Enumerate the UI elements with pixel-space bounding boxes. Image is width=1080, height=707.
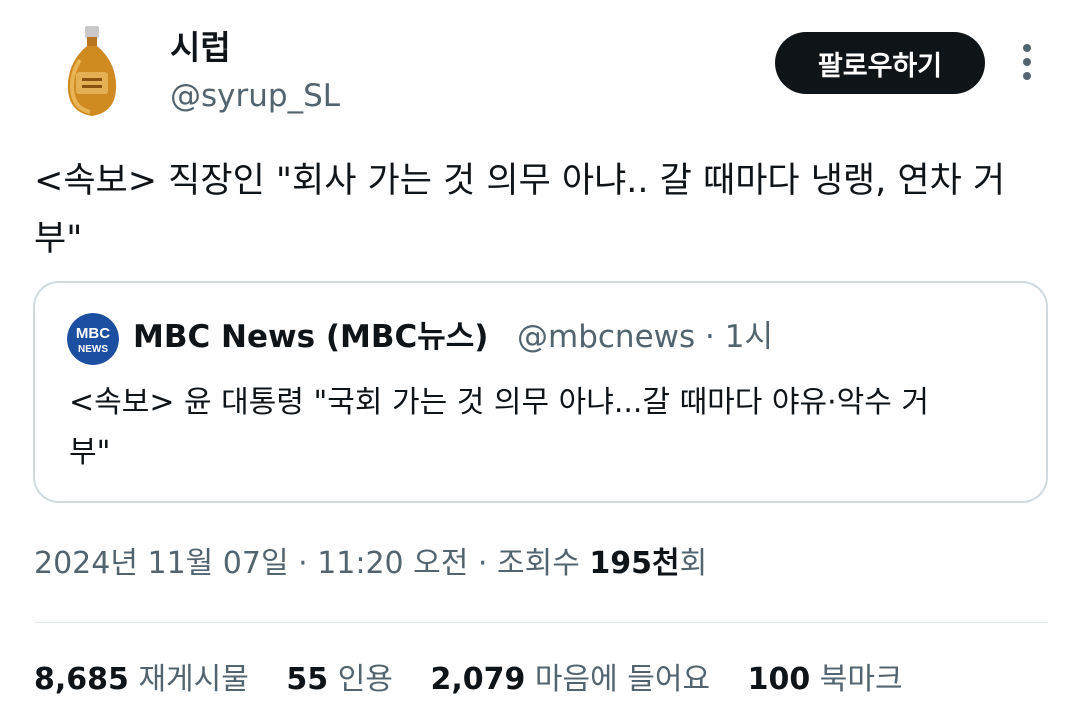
quoted-time[interactable]: 1시 [725,319,773,355]
stat-number: 100 [747,662,811,697]
tweet-page: 시럽 @syrup_SL 팔로우하기 <속보> 직장인 "회사 가는 것 의무 … [0,0,1080,707]
stat-number: 55 [286,662,329,697]
engagement-stats: 8,685 재게시물 55 인용 2,079 마음에 들어요 100 북마크 [34,658,931,702]
stat-bookmarks[interactable]: 100 북마크 [748,662,903,697]
author-display-name[interactable]: 시럽 [170,28,231,68]
syrup-bottle-icon [40,20,144,124]
tweet-meta-line: 2024년 11월 07일 · 11:20 오전 · 조회수 195천회 [34,542,707,586]
stat-label: 마음에 들어요 [534,662,711,697]
stat-number: 2,079 [430,662,526,697]
stat-label: 재게시물 [138,662,249,697]
tweet-time[interactable]: 11:20 오전 [317,546,468,581]
tweet-date[interactable]: 2024년 11월 07일 [34,546,289,581]
stat-label: 인용 [337,662,393,697]
mbc-news-logo-icon[interactable]: MBC NEWS [67,313,119,365]
views-suffix: 회 [679,546,708,581]
stat-reposts[interactable]: 8,685 재게시물 [34,662,249,697]
stat-label: 북마크 [819,662,903,697]
views-prefix: 조회수 [497,546,590,581]
quoted-tweet-card[interactable]: MBC NEWS MBC News (MBC뉴스) @mbcnews · 1시 … [33,281,1048,503]
tweet-text: <속보> 직장인 "회사 가는 것 의무 아냐.. 갈 때마다 냉랭, 연차 거… [34,161,1006,259]
quoted-handle[interactable]: @mbcnews [517,319,695,355]
quoted-meta: @mbcnews · 1시 [517,317,773,357]
divider [34,622,1048,623]
follow-button[interactable]: 팔로우하기 [775,32,985,94]
meta-separator: · [695,319,725,355]
author-handle[interactable]: @syrup_SL [170,76,340,116]
more-options-button[interactable] [1010,40,1044,86]
meta-separator: · [468,546,497,581]
meta-separator: · [288,546,318,581]
quoted-tweet-text: <속보> 윤 대통령 "국회 가는 것 의무 아냐...갈 때마다 야유·악수 … [69,385,929,470]
views-count: 195천 [589,546,680,581]
author-avatar[interactable] [40,20,144,124]
more-vertical-icon [1023,44,1031,80]
stat-quotes[interactable]: 55 인용 [286,662,393,697]
stat-number: 8,685 [34,662,129,697]
follow-button-label: 팔로우하기 [817,50,943,82]
logo-text-top: MBC [76,325,110,342]
quoted-author-name[interactable]: MBC News (MBC뉴스) [133,317,488,357]
logo-text-bottom: NEWS [78,344,108,355]
stat-likes[interactable]: 2,079 마음에 들어요 [430,662,710,697]
